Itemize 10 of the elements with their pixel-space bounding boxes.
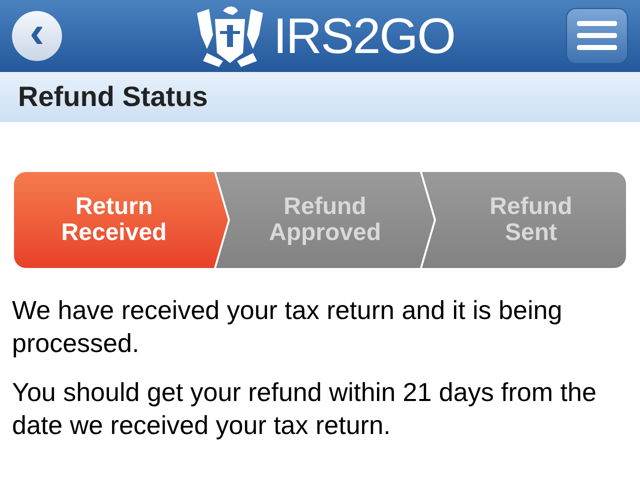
page-title: Refund Status bbox=[18, 80, 208, 114]
progress-step: Refund Sent bbox=[422, 172, 626, 268]
progress-step: Return Received bbox=[14, 172, 228, 268]
back-button[interactable]: ‹ bbox=[12, 11, 62, 61]
menu-icon bbox=[576, 21, 617, 51]
logo-text: IRS2GO bbox=[273, 11, 455, 61]
status-message: We have received your tax return and it is being processed. bbox=[12, 294, 564, 360]
menu-button[interactable] bbox=[566, 8, 628, 64]
status-message: You should get your refund within 21 days from the date we received your tax return. bbox=[12, 376, 598, 442]
progress-step: Refund Approved bbox=[216, 172, 434, 268]
